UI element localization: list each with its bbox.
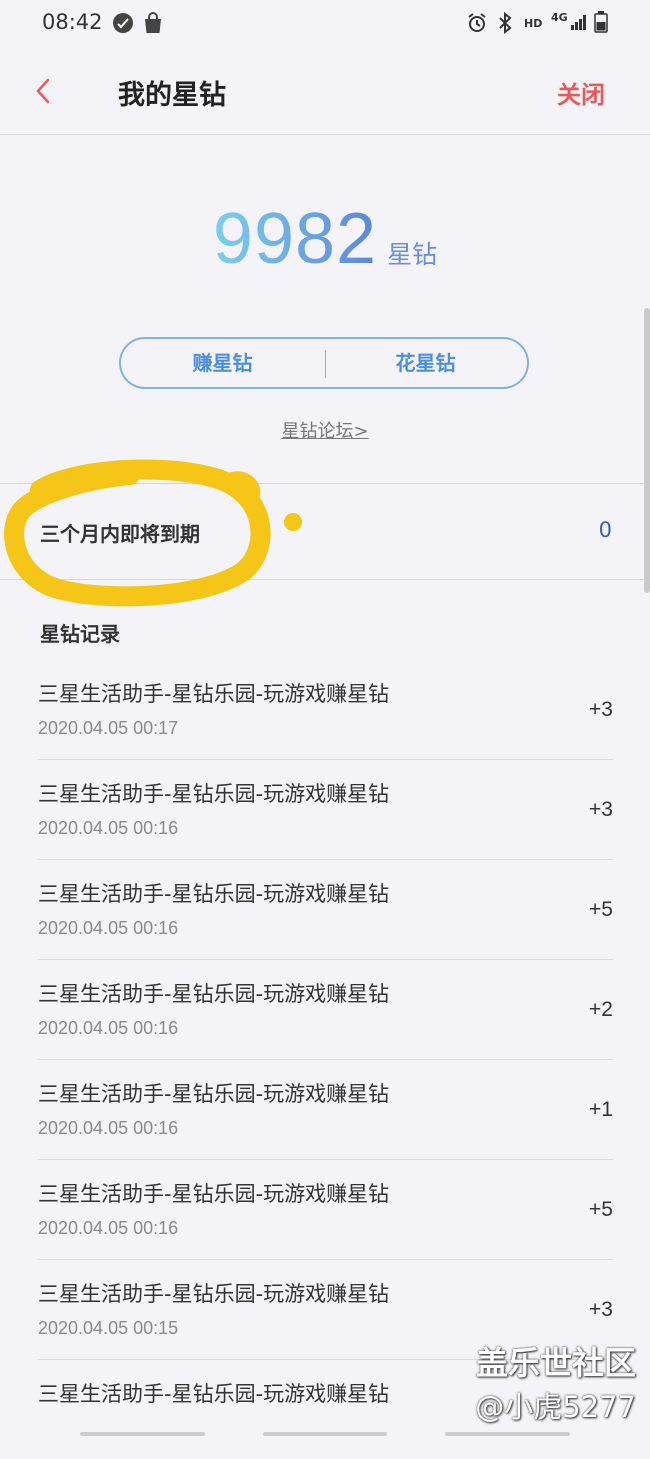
record-time: 2020.04.05 00:16 [38, 1018, 179, 1038]
watermark-title: 盖乐世社区 [475, 1344, 636, 1382]
balance-value: 9982 [212, 199, 378, 279]
record-amount: +2 [589, 998, 613, 1021]
record-time: 2020.04.05 00:16 [38, 1118, 179, 1138]
record-time: 2020.04.05 00:15 [38, 1318, 179, 1338]
record-name: 三星生活助手-星钻乐园-玩游戏赚星钻 [38, 682, 390, 706]
record-name: 三星生活助手-星钻乐园-玩游戏赚星钻 [38, 982, 390, 1006]
nav-back[interactable] [445, 1432, 570, 1436]
battery-icon [594, 11, 608, 37]
watermark-user: @小虎5277 [475, 1390, 636, 1424]
nav-bar [0, 1422, 650, 1444]
record-amount: +3 [589, 698, 613, 721]
status-time: 08:42 [42, 10, 103, 34]
signal-icon [570, 13, 588, 35]
record-name: 三星生活助手-星钻乐园-玩游戏赚星钻 [38, 1182, 390, 1206]
record-time: 2020.04.05 00:16 [38, 918, 179, 938]
list-item[interactable]: 三星生活助手-星钻乐园-玩游戏赚星钻 2020.04.05 00:17 +3 [38, 660, 613, 760]
bluetooth-icon [497, 11, 513, 38]
list-item[interactable]: 三星生活助手-星钻乐园-玩游戏赚星钻 2020.04.05 00:16 +2 [38, 960, 613, 1060]
list-item[interactable]: 三星生活助手-星钻乐园-玩游戏赚星钻 2020.04.05 00:16 +5 [38, 1160, 613, 1260]
record-time: 2020.04.05 00:17 [38, 718, 179, 738]
record-name: 三星生活助手-星钻乐园-玩游戏赚星钻 [38, 782, 390, 806]
record-time: 2020.04.05 00:16 [38, 818, 179, 838]
nav-home[interactable] [263, 1432, 387, 1436]
list-item[interactable]: 三星生活助手-星钻乐园-玩游戏赚星钻 2020.04.05 00:16 +1 [38, 1060, 613, 1160]
record-amount: +5 [589, 898, 613, 921]
close-button[interactable]: 关闭 [557, 75, 605, 110]
status-bar: 08:42 HD 4G [0, 0, 650, 48]
shopping-bag-icon [143, 12, 163, 38]
network-type-label: 4G [551, 11, 568, 24]
records-title: 星钻记录 [40, 622, 120, 646]
chevron-left-icon [36, 78, 50, 104]
record-amount: +5 [589, 1198, 613, 1221]
balance-display: 9982 星钻 [0, 198, 650, 280]
back-button[interactable] [30, 74, 60, 108]
earn-button[interactable]: 赚星钻 [121, 339, 324, 387]
scrollbar[interactable] [644, 308, 650, 593]
record-time: 2020.04.05 00:16 [38, 1218, 179, 1238]
expiring-value: 0 [598, 518, 612, 542]
notification-app-icon [112, 12, 134, 38]
alarm-icon [466, 12, 488, 38]
earn-spend-toggle: 赚星钻 花星钻 [119, 337, 529, 389]
record-name: 三星生活助手-星钻乐园-玩游戏赚星钻 [38, 1382, 390, 1406]
forum-link[interactable]: 星钻论坛> [0, 417, 650, 443]
page-title: 我的星钻 [118, 80, 226, 111]
nav-recents[interactable] [80, 1432, 205, 1436]
record-amount: +1 [589, 1098, 613, 1121]
spend-button[interactable]: 花星钻 [324, 339, 527, 387]
app-header: 我的星钻 关闭 [0, 48, 650, 135]
hd-label: HD [524, 17, 543, 30]
record-amount: +3 [589, 1298, 613, 1321]
list-item[interactable]: 三星生活助手-星钻乐园-玩游戏赚星钻 2020.04.05 00:16 +5 [38, 860, 613, 960]
record-name: 三星生活助手-星钻乐园-玩游戏赚星钻 [38, 1282, 390, 1306]
balance-unit: 星钻 [387, 240, 438, 269]
record-amount: +3 [589, 798, 613, 821]
expiring-label: 三个月内即将到期 [40, 522, 200, 546]
record-name: 三星生活助手-星钻乐园-玩游戏赚星钻 [38, 882, 390, 906]
record-name: 三星生活助手-星钻乐园-玩游戏赚星钻 [38, 1082, 390, 1106]
list-item[interactable]: 三星生活助手-星钻乐园-玩游戏赚星钻 2020.04.05 00:16 +3 [38, 760, 613, 860]
